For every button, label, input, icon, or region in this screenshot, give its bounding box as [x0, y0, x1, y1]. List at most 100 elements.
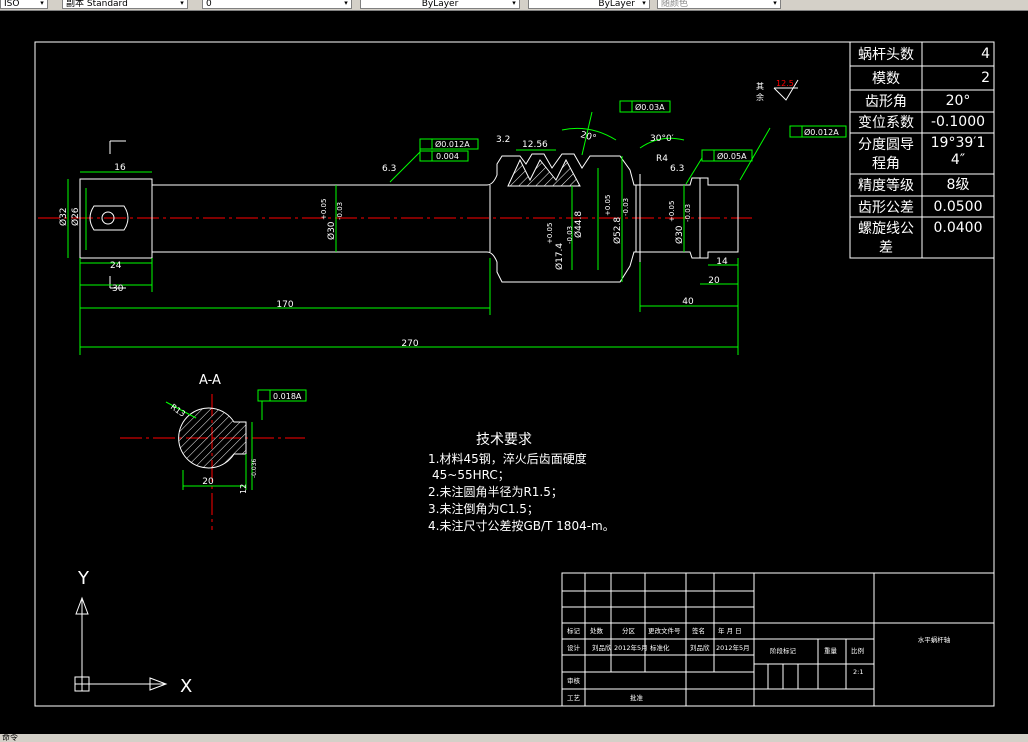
param-label-angle: 齿形角: [865, 94, 907, 110]
chevron-down-icon[interactable]: ▾: [38, 0, 46, 8]
tb-zone: 分区: [622, 626, 636, 635]
tb-date1: 2012年5月: [614, 643, 648, 652]
roughness-symbol: 其 余 12.5: [756, 79, 799, 102]
tb-weight: 重量: [824, 647, 838, 655]
param-label-module: 模数: [872, 71, 900, 87]
dim-12-56: 12.56: [522, 140, 548, 150]
drawing-canvas[interactable]: 蜗杆头数 4 模数 2 齿形角 20° 变位系数 -0.1000 分度圆导 程角…: [0, 10, 1028, 734]
section-title: A-A: [199, 373, 221, 388]
chevron-down-icon[interactable]: ▾: [771, 0, 779, 8]
param-label-grade: 精度等级: [858, 177, 914, 194]
chevron-down-icon[interactable]: ▾: [510, 0, 518, 8]
gtol-2: 0.004: [436, 152, 459, 161]
dim-tol-a: +0.05: [320, 199, 328, 220]
tb-change-doc: 更改文件号: [648, 626, 681, 635]
dim-tol-g: +0.05: [546, 223, 554, 244]
param-label-helix: 螺旋线公: [858, 221, 914, 237]
dim-phi17-4: Ø17.4: [554, 243, 565, 270]
tech-line-4: 3.未注倒角为C1.5；: [428, 501, 539, 516]
dim-40: 40: [682, 297, 694, 307]
tech-line-1: 1.材料45钢，淬火后齿面硬度: [428, 451, 587, 466]
tb-checker: 刘品欣: [690, 643, 710, 652]
rough-label-2: 余: [756, 92, 764, 102]
worm-tooth-hatch: [507, 158, 581, 187]
param-label-helix2: 差: [879, 240, 893, 256]
command-prompt[interactable]: 命令: [2, 733, 18, 742]
rough-label-1: 其: [756, 82, 764, 91]
dimensions: [67, 111, 771, 355]
color-select[interactable]: ByLayer ▾: [360, 0, 520, 9]
param-value-angle: 20°: [946, 93, 971, 109]
section-view: A-A R13 20 12 -0.036 0.018A: [120, 373, 307, 530]
chevron-down-icon[interactable]: ▾: [342, 0, 350, 8]
param-value-grade: 8级: [947, 177, 970, 193]
section-sym-tol: 0.018A: [273, 392, 302, 401]
dim-phi32: Ø32: [58, 207, 69, 226]
tb-scale-value: 2:1: [853, 668, 863, 676]
dim-phi30b: Ø30: [674, 225, 685, 244]
gtol-1: Ø0.012A: [435, 139, 470, 149]
tb-count: 处数: [590, 626, 604, 635]
status-bar: 命令: [0, 734, 1028, 742]
color-value: ByLayer: [421, 0, 459, 9]
dim-angle-30: 30°0′: [650, 134, 674, 144]
tb-date: 年 月 日: [718, 626, 742, 635]
tb-designer: 刘品欣: [592, 643, 612, 652]
section-d12: 12: [239, 484, 248, 494]
dim-tol-c: +0.05: [668, 201, 676, 222]
param-value-profile: 0.0500: [934, 199, 983, 215]
tb-scale: 比例: [851, 646, 864, 655]
chevron-down-icon[interactable]: ▾: [178, 0, 186, 8]
dim-tol-e: +0.05: [604, 195, 612, 216]
param-label-shift: 变位系数: [858, 115, 914, 131]
rough-6-3a: 6.3: [382, 164, 396, 174]
tb-sign: 签名: [692, 626, 705, 635]
layer-select[interactable]: 0 ▾: [202, 0, 352, 9]
tb-stage: 阶段标记: [770, 646, 797, 655]
gtol-5: Ø0.012A: [804, 127, 839, 137]
param-value-shift: -0.1000: [931, 114, 985, 130]
dim-14: 14: [716, 257, 728, 267]
dim-170: 170: [276, 300, 293, 310]
dimension-texts: 16 24 30 170 270 40 20 14 12.56 3.2 6.3 …: [58, 130, 728, 349]
linetype-value: ByLayer: [598, 0, 635, 9]
dim-tol-h: -0.03: [566, 226, 574, 244]
plotstyle-select[interactable]: 随颜色 ▾: [657, 0, 781, 9]
linetype-select[interactable]: ByLayer ▾: [528, 0, 650, 9]
tech-title: 技术要求: [476, 432, 532, 448]
dim-3-2: 3.2: [496, 135, 510, 145]
gtol-3: Ø0.03A: [635, 102, 665, 112]
plotstyle-value: 随颜色: [661, 0, 689, 9]
section-d20: 20: [202, 477, 214, 487]
tb-standard: 标准化: [650, 643, 670, 652]
dim-tol-d: -0.03: [684, 204, 692, 222]
textstyle-select[interactable]: 副本 Standard ▾: [62, 0, 188, 9]
ucs-y-label: Y: [77, 568, 90, 589]
chevron-down-icon[interactable]: ▾: [640, 0, 648, 8]
tech-requirements: 技术要求 1.材料45钢，淬火后齿面硬度 45~55HRC； 2.未注圆角半径为…: [428, 432, 615, 533]
dim-phi52-8: Ø52.8: [612, 217, 623, 244]
dim-tol-b: -0.03: [336, 202, 344, 220]
dim-30: 30: [112, 284, 124, 294]
ucs-x-label: X: [180, 676, 192, 697]
dim-24: 24: [110, 261, 122, 271]
dim-16: 16: [114, 163, 126, 173]
dim-tol-f: -0.03: [622, 198, 630, 216]
dim-270: 270: [401, 339, 418, 349]
dim-r4: R4: [656, 154, 668, 164]
dimstyle-select[interactable]: ISO ▾: [0, 0, 48, 9]
param-label-heads: 蜗杆头数: [858, 47, 914, 63]
tb-process: 工艺: [567, 694, 581, 702]
param-value-lead2: 4″: [951, 152, 965, 168]
tb-mark: 标记: [567, 626, 581, 635]
param-label-lead2: 程角: [872, 156, 900, 172]
tb-review: 审核: [567, 676, 581, 685]
tb-approve: 批准: [630, 693, 644, 702]
rough-value: 12.5: [776, 79, 794, 88]
ucs-icon: [74, 596, 168, 692]
section-r13: R13: [169, 402, 187, 418]
dim-phi44-8: Ø44.8: [573, 211, 584, 238]
param-label-profile: 齿形公差: [858, 200, 914, 216]
dim-phi30a: Ø30: [326, 221, 337, 240]
dim-20: 20: [708, 276, 720, 286]
